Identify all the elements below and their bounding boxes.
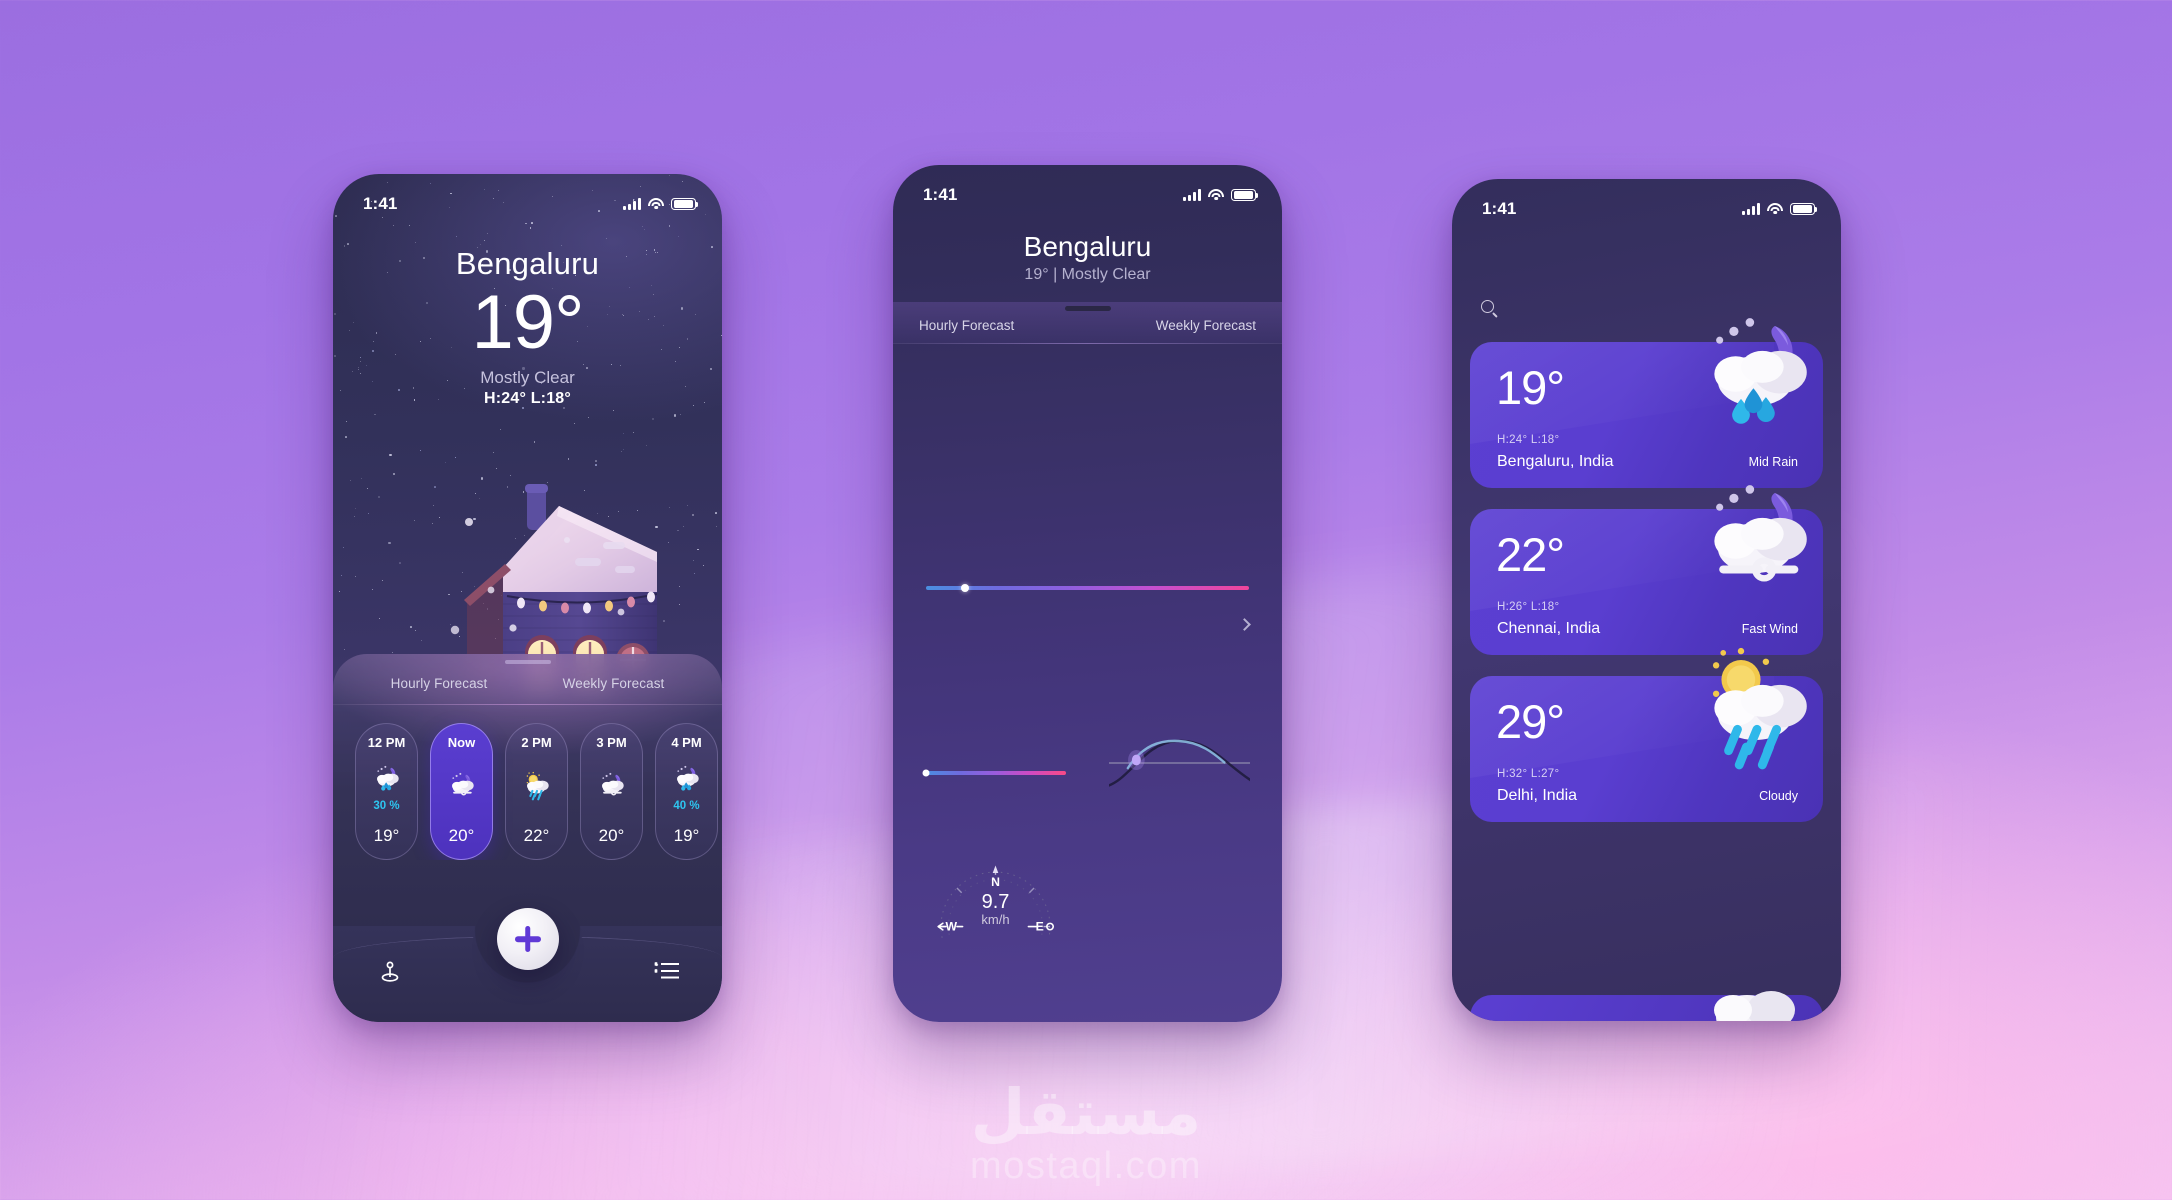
status-bar: 1:41 [333, 174, 722, 214]
hour-temperature: 19° [373, 826, 400, 845]
cloud-moon-wind-icon [1693, 477, 1825, 599]
sheet-grabber[interactable] [1064, 306, 1111, 311]
hourly-forecast-card[interactable]: Now 20° [430, 723, 493, 860]
wifi-icon [1767, 203, 1783, 215]
forecast-tabs: Hourly Forecast Weekly Forecast [893, 302, 1282, 344]
cloud-moon-fog-icon [447, 771, 477, 806]
city-temperature: 29° [1496, 695, 1565, 748]
sun-cloud-rain-icon [1693, 644, 1825, 770]
hour-label: 3 PM [596, 735, 627, 750]
city-name: Delhi, India [1497, 787, 1578, 804]
city-condition: Cloudy [1759, 789, 1798, 803]
add-city-button[interactable] [496, 908, 559, 970]
hourly-forecast-card[interactable]: 12 PM 30 % 19° [355, 723, 418, 860]
cloud-moon-fog-icon [597, 771, 627, 806]
bottom-navigation [333, 908, 722, 1022]
hour-label: 4 PM [671, 735, 702, 750]
hourly-forecast-list[interactable]: 12 PM 30 % 19° Now [333, 705, 722, 860]
city-card[interactable]: 22° H:26° L:18° Chennai, India Fast Wind [1470, 485, 1823, 655]
page-title: Bengaluru [1023, 231, 1152, 262]
wifi-icon [648, 198, 664, 210]
city-temperature: 22° [1496, 528, 1565, 581]
sun-path-graph [1103, 725, 1256, 789]
current-weather-header: Bengaluru 19° Mostly Clear H:24° L:18° [333, 246, 722, 408]
wind-speed-value: 9.7 [981, 891, 1010, 913]
status-bar-indicators [623, 197, 699, 211]
city-condition: Fast Wind [1741, 622, 1798, 636]
current-temperature: 19° [471, 280, 585, 365]
phone-mockup-details: 1:41 Bengaluru 19° | Mostly Clear Hourly… [893, 165, 1282, 1022]
status-bar-time: 1:41 [923, 185, 958, 204]
battery-icon [671, 197, 699, 211]
battery-icon [1231, 188, 1259, 202]
cloud-moon-rain-icon [1693, 310, 1825, 432]
uv-index-bar [922, 769, 1066, 777]
cloud-moon-rain-icon [672, 764, 702, 799]
cloud-icon [1714, 991, 1795, 1021]
hour-label: 12 PM [367, 735, 406, 750]
hourly-forecast-card[interactable]: 4 PM 40 % 19° [655, 723, 718, 860]
sheet-grabber[interactable] [504, 660, 551, 664]
status-bar: 1:41 [893, 165, 1282, 205]
detail-header: Bengaluru 19° | Mostly Clear [893, 205, 1282, 284]
city-list[interactable]: 19° H:24° L:18° Bengaluru, India Mid Rain 2… [1452, 318, 1841, 822]
city-name: Chennai, India [1497, 620, 1601, 637]
city-card[interactable]: 29° H:32° L:27° Delhi, India Cloudy [1470, 647, 1823, 822]
city-high-low: H:24° L:18° [1497, 434, 1560, 446]
sun-cloud-rain-icon [522, 771, 552, 806]
hour-label: Now [447, 735, 476, 750]
status-bar: 1:41 [1452, 179, 1841, 219]
city-condition: Mid Rain [1748, 455, 1798, 469]
plus-icon [515, 926, 541, 952]
page-title: Bengaluru [455, 246, 600, 281]
hour-temperature: 19° [673, 826, 700, 845]
cloud-moon-rain-icon [372, 764, 402, 799]
precipitation-chance: 30 % [373, 800, 400, 812]
hourly-forecast-card[interactable]: 3 PM 20° [580, 723, 643, 860]
hourly-forecast-card[interactable]: 2 PM 22° [505, 723, 568, 860]
phone-mockup-home: 1:41 Bengaluru 19° Mostly Clear H:24° L:… [333, 174, 722, 1022]
air-quality-bar-knob [960, 584, 969, 592]
svg-text:N: N [991, 875, 1000, 889]
cellular-signal-icon [623, 198, 641, 210]
precipitation-chance: 40 % [673, 800, 700, 812]
tab-weekly-forecast[interactable]: Weekly Forecast [1156, 318, 1256, 333]
tab-weekly-forecast[interactable]: Weekly Forecast [563, 676, 665, 691]
status-bar-time: 1:41 [1482, 199, 1517, 218]
status-bar-time: 1:41 [363, 194, 398, 213]
city-card[interactable]: 19° H:24° L:18° Bengaluru, India Mid Rain [1470, 318, 1823, 488]
city-list-icon[interactable] [654, 960, 680, 985]
tab-hourly-forecast[interactable]: Hourly Forecast [919, 318, 1014, 333]
hour-temperature: 20° [598, 826, 625, 845]
location-pin-icon[interactable] [379, 960, 401, 989]
showcase-stage: 1:41 Bengaluru 19° Mostly Clear H:24° L:… [0, 0, 2172, 1200]
wind-compass: N W E 9.7 km/h [925, 857, 1066, 982]
city-high-low: H:32° L:27° [1497, 768, 1560, 780]
uv-index-bar-knob [922, 769, 930, 777]
tab-hourly-forecast[interactable]: Hourly Forecast [391, 676, 488, 691]
hour-label: 2 PM [521, 735, 552, 750]
header-subtitle: 19° | Mostly Clear [1024, 266, 1151, 283]
city-name: Bengaluru, India [1497, 453, 1614, 470]
status-bar-indicators [1742, 202, 1818, 216]
hour-temperature: 20° [448, 826, 475, 845]
hour-temperature: 22° [523, 826, 550, 845]
wifi-icon [1208, 189, 1224, 201]
air-quality-bar [926, 584, 1249, 592]
current-condition: Mostly Clear [480, 367, 575, 387]
battery-icon [1790, 202, 1818, 216]
city-high-low: H:26° L:18° [1497, 601, 1560, 613]
phone-mockup-city-list: 1:41 Weather Search for a city or airpor… [1452, 179, 1841, 1021]
cellular-signal-icon [1183, 189, 1201, 201]
forecast-tabs: Hourly Forecast Weekly Forecast [333, 654, 722, 705]
cellular-signal-icon [1742, 203, 1760, 215]
wind-speed-unit: km/h [981, 912, 1010, 927]
city-card-partial[interactable] [1470, 991, 1823, 1021]
status-bar-indicators [1183, 188, 1259, 202]
search-icon [1481, 299, 1494, 313]
city-temperature: 19° [1496, 361, 1565, 414]
high-low-temperature: H:24° L:18° [483, 389, 572, 407]
